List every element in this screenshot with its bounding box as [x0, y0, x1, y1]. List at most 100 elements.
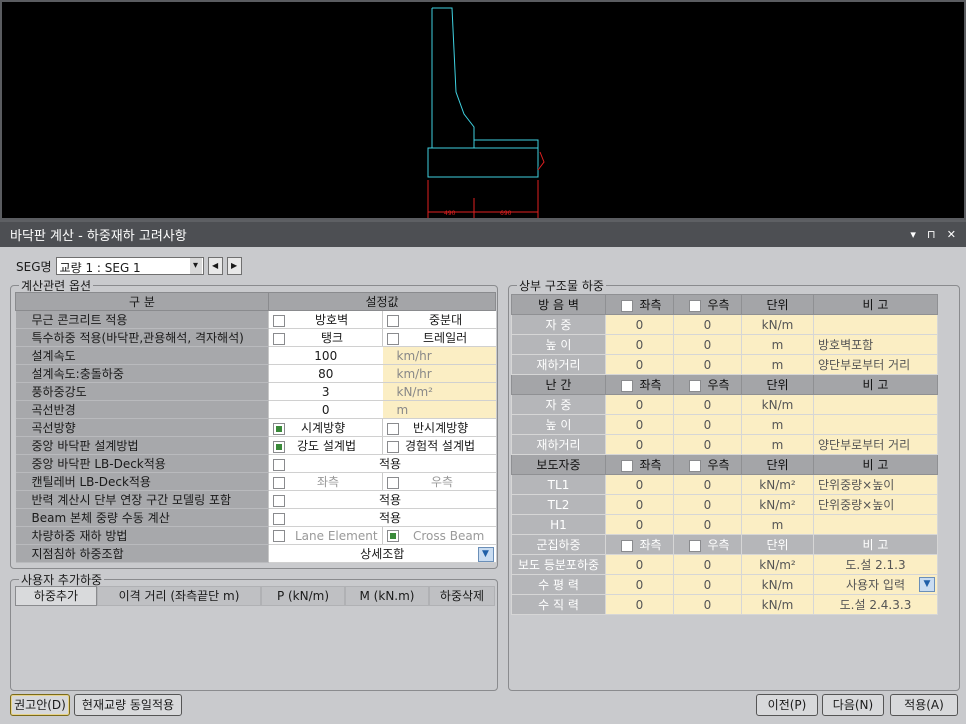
right-value[interactable]: 0	[673, 494, 742, 515]
empirical-design-radio[interactable]: 경험적 설계법	[382, 436, 496, 455]
table-row: 지점침하 하중조합 상세조합 ▼	[15, 544, 496, 563]
chevron-down-icon[interactable]: ▼	[919, 577, 935, 592]
soundwall-left-checkbox[interactable]: 좌측	[605, 294, 674, 315]
col-header-distance: 이격 거리 (좌측끝단 m)	[97, 586, 261, 606]
right-value[interactable]: 0	[673, 394, 742, 415]
left-value[interactable]: 0	[605, 594, 674, 615]
left-value[interactable]: 0	[605, 474, 674, 495]
soundwall-right-checkbox[interactable]: 우측	[673, 294, 742, 315]
apply-same-bridge-button[interactable]: 현재교량 동일적용	[74, 694, 182, 716]
option-label: 좌측	[639, 458, 662, 472]
horizontal-force-dropdown[interactable]: 사용자 입력 ▼	[813, 574, 938, 595]
radio-icon	[387, 422, 399, 435]
barrier-checkbox[interactable]: 방호벽	[268, 310, 383, 329]
cross-beam-radio[interactable]: Cross Beam	[382, 526, 496, 545]
table-row: 재하거리 0 0 m 양단부로부터 거리	[511, 354, 938, 375]
seg-next-button[interactable]: ▶	[226, 257, 242, 275]
left-value[interactable]: 0	[605, 414, 674, 435]
col-header-unit: 단위	[741, 534, 814, 555]
railing-right-checkbox[interactable]: 우측	[673, 374, 742, 395]
row-label: Beam 본체 중량 수동 계산	[15, 508, 269, 527]
section-title: 방 음 벽	[511, 294, 606, 315]
beam-weight-checkbox[interactable]: 적용	[268, 508, 496, 527]
delete-load-button[interactable]: 하중삭제	[429, 586, 495, 606]
right-value[interactable]: 0	[673, 574, 742, 595]
sidewalk-left-checkbox[interactable]: 좌측	[605, 454, 674, 475]
sidewalk-right-checkbox[interactable]: 우측	[673, 454, 742, 475]
left-value[interactable]: 0	[605, 554, 674, 575]
table-row: 자 중 0 0 kN/m	[511, 394, 938, 415]
add-load-button[interactable]: 하중추가	[15, 586, 97, 606]
unit-label: m	[741, 434, 814, 455]
right-value[interactable]: 0	[673, 514, 742, 535]
clockwise-radio[interactable]: 시계방향	[268, 418, 383, 437]
cad-viewport[interactable]: 490 690	[0, 0, 966, 220]
seg-prev-button[interactable]: ◀	[207, 257, 223, 275]
right-value[interactable]: 0	[673, 594, 742, 615]
left-value[interactable]: 0	[605, 434, 674, 455]
next-button[interactable]: 다음(N)	[822, 694, 884, 716]
wind-load-input[interactable]: 3	[268, 382, 383, 401]
left-value[interactable]: 0	[605, 494, 674, 515]
crowd-right-checkbox[interactable]: 우측	[673, 534, 742, 555]
left-value[interactable]: 0	[605, 514, 674, 535]
right-value[interactable]: 0	[673, 434, 742, 455]
apply-button[interactable]: 적용(A)	[890, 694, 958, 716]
row-label: TL1	[511, 474, 606, 495]
section-title: 보도자중	[511, 454, 606, 475]
col-header-remark: 비 고	[813, 294, 938, 315]
strength-design-radio[interactable]: 강도 설계법	[268, 436, 383, 455]
left-value[interactable]: 0	[605, 354, 674, 375]
row-label: 중앙 바닥판 설계방법	[15, 436, 269, 455]
curve-radius-input[interactable]: 0	[268, 400, 383, 419]
right-value[interactable]: 0	[673, 354, 742, 375]
right-value[interactable]: 0	[673, 334, 742, 355]
right-value[interactable]: 0	[673, 474, 742, 495]
checkbox-icon	[273, 476, 285, 489]
settlement-combo-dropdown[interactable]: 상세조합 ▼	[268, 544, 496, 563]
center-lbdeck-checkbox[interactable]: 적용	[268, 454, 496, 473]
col-header-category: 구 분	[15, 292, 269, 311]
radio-icon	[387, 530, 399, 542]
row-label: 재하거리	[511, 354, 606, 375]
tank-checkbox[interactable]: 탱크	[268, 328, 383, 347]
chevron-down-icon[interactable]: ▼	[477, 547, 494, 562]
row-label: 무근 콘크리트 적용	[15, 310, 269, 329]
right-value[interactable]: 0	[673, 314, 742, 335]
calc-options-group: 계산관련 옵션 구 분 설정값 무근 콘크리트 적용 방호벽 중분대 특수하중 …	[10, 277, 498, 569]
left-value[interactable]: 0	[605, 574, 674, 595]
table-row: 수 직 력 0 0 kN/m 도.설 2.4.3.3	[511, 594, 938, 615]
recommend-button[interactable]: 권고안(D)	[10, 694, 70, 716]
trailer-checkbox[interactable]: 트레일러	[382, 328, 496, 347]
collision-speed-input[interactable]: 80	[268, 364, 383, 383]
railing-left-checkbox[interactable]: 좌측	[605, 374, 674, 395]
median-checkbox[interactable]: 중분대	[382, 310, 496, 329]
unit-label: m	[741, 334, 814, 355]
counterclockwise-radio[interactable]: 반시계방향	[382, 418, 496, 437]
row-label: 풍하중강도	[15, 382, 269, 401]
cantilever-right-checkbox[interactable]: 우측	[382, 472, 496, 491]
close-icon[interactable]: ✕	[947, 228, 956, 241]
table-row: Beam 본체 중량 수동 계산 적용	[15, 508, 496, 527]
left-value[interactable]: 0	[605, 334, 674, 355]
checkbox-icon	[273, 332, 285, 345]
load-settings-panel: SEG명 교량 1 : SEG 1 ◀ ▶ 계산관련 옵션 구 분 설정값 무근…	[0, 247, 966, 724]
prev-button[interactable]: 이전(P)	[756, 694, 818, 716]
left-value[interactable]: 0	[605, 314, 674, 335]
unit-label: kN/m	[741, 574, 814, 595]
crowd-left-checkbox[interactable]: 좌측	[605, 534, 674, 555]
option-label: 시계방향	[301, 421, 346, 435]
left-value[interactable]: 0	[605, 394, 674, 415]
option-label: 방호벽	[315, 313, 349, 327]
seg-dropdown[interactable]: 교량 1 : SEG 1	[55, 257, 204, 275]
menu-icon[interactable]: ▾	[910, 228, 916, 241]
end-extension-checkbox[interactable]: 적용	[268, 490, 496, 509]
lane-element-radio[interactable]: Lane Element	[268, 526, 383, 545]
row-label: H1	[511, 514, 606, 535]
right-value[interactable]: 0	[673, 554, 742, 575]
right-value[interactable]: 0	[673, 414, 742, 435]
cantilever-left-checkbox[interactable]: 좌측	[268, 472, 383, 491]
design-speed-input[interactable]: 100	[268, 346, 383, 365]
option-label: 반시계방향	[413, 421, 469, 435]
pin-icon[interactable]: ⊓	[927, 228, 936, 241]
